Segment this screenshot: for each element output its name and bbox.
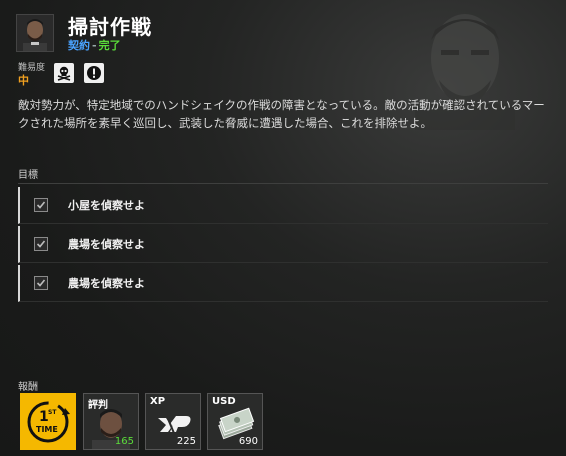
objective-item: 農場を偵察せよ [18, 265, 548, 302]
skull-crossbones-icon [54, 63, 74, 83]
objective-item: 小屋を偵察せよ [18, 187, 548, 224]
mission-subtitle: 契約 - 完了 [68, 37, 121, 53]
checkbox-checked-icon [34, 198, 48, 212]
reward-label-xp: XP [150, 396, 166, 407]
mission-status: 完了 [98, 39, 121, 52]
svg-text:TIME: TIME [36, 425, 58, 434]
objective-text: 農場を偵察せよ [68, 277, 145, 290]
objective-text: 小屋を偵察せよ [68, 199, 145, 212]
reward-label-reputation: 評判 [88, 400, 108, 411]
objective-text: 農場を偵察せよ [68, 238, 145, 251]
reward-reputation-tile[interactable]: 評判 165 [83, 393, 139, 450]
objectives-label: 目標 [18, 170, 38, 181]
alert-circle-icon [84, 63, 104, 83]
mission-giver-avatar [16, 14, 54, 52]
svg-text:ST: ST [48, 409, 57, 416]
reward-value-reputation: 165 [114, 436, 134, 447]
mission-type: 契約 [68, 39, 90, 52]
subtitle-separator: - [92, 39, 97, 52]
reward-first-time-tile[interactable]: 1 ST TIME [20, 393, 76, 450]
reward-value-usd: 690 [238, 436, 258, 447]
reward-xp-tile[interactable]: XP 225 [145, 393, 201, 450]
difficulty-value: 中 [18, 74, 29, 87]
reward-label-usd: USD [212, 396, 236, 407]
objectives-divider [18, 183, 548, 184]
first-time-badge-icon: 1 ST TIME [27, 401, 70, 443]
checkbox-checked-icon [34, 237, 48, 251]
operator-face-icon [17, 15, 53, 51]
reward-usd-tile[interactable]: USD 690 [207, 393, 263, 450]
mission-title: 掃討作戦 [68, 15, 152, 39]
reward-value-xp: 225 [176, 436, 196, 447]
objectives-list: 小屋を偵察せよ 農場を偵察せよ 農場を偵察せよ [18, 187, 548, 304]
mission-description: 敵対勢力が、特定地域でのハンドシェイクの作戦の障害となっている。敵の活動が確認さ… [18, 98, 545, 130]
objective-item: 農場を偵察せよ [18, 226, 548, 263]
checkbox-checked-icon [34, 276, 48, 290]
rewards-label: 報酬 [18, 382, 38, 393]
